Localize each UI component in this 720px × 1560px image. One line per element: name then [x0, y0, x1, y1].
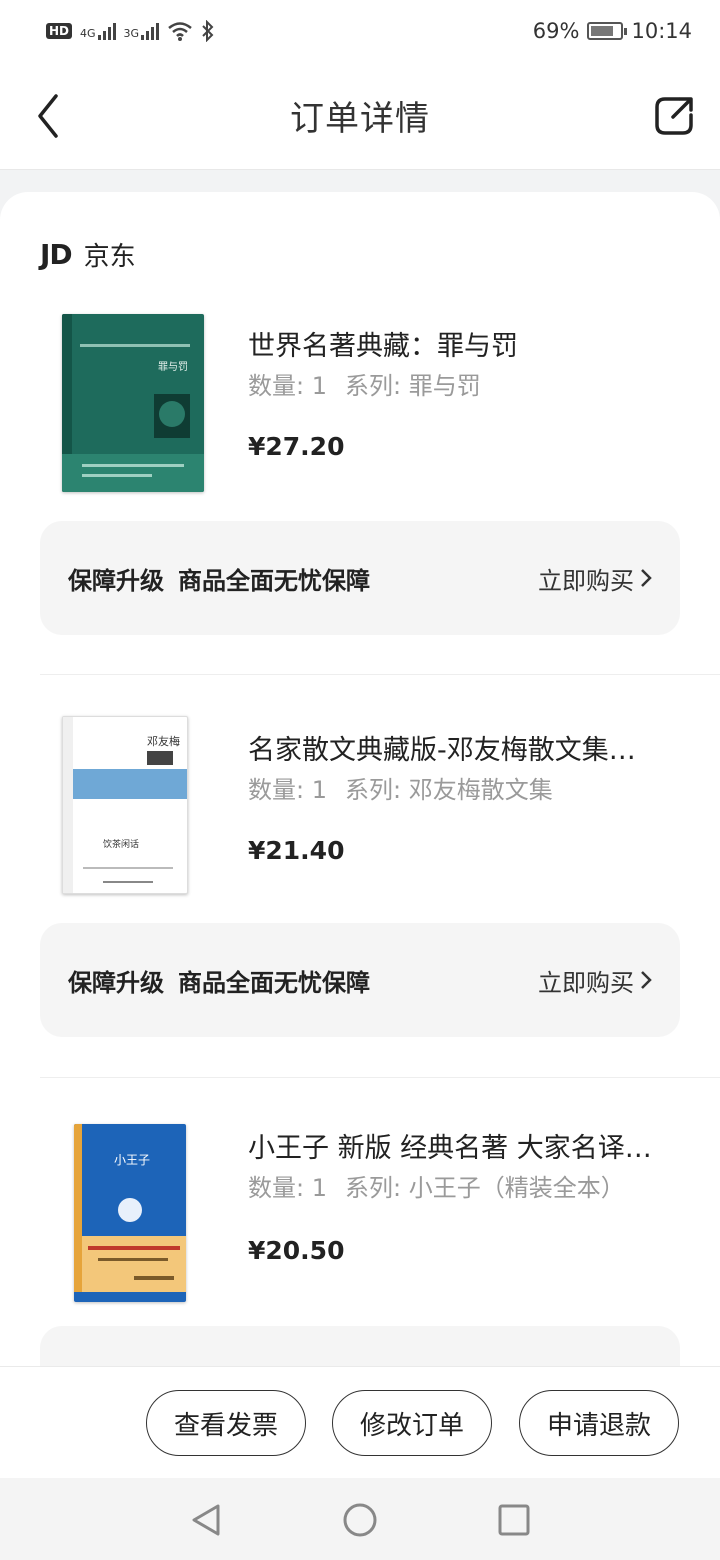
status-right: 69% 10:14 — [533, 19, 692, 43]
item-price: ¥20.50 — [248, 1236, 345, 1265]
chevron-right-icon — [641, 569, 652, 587]
clock: 10:14 — [631, 19, 692, 43]
item-series: 系列: 邓友梅散文集 — [344, 776, 553, 804]
nav-back-icon — [192, 1504, 220, 1536]
buy-now-link[interactable]: 立即购买 — [538, 561, 652, 596]
store-header[interactable]: JD 京东 — [40, 236, 136, 273]
modify-order-button[interactable]: 修改订单 — [332, 1390, 492, 1456]
guarantee-banner[interactable]: 保障升级 商品全面无忧保障 立即购买 — [40, 521, 680, 635]
svg-text:饮茶闲话: 饮茶闲话 — [103, 838, 139, 850]
item-quantity: 数量: 1 — [248, 776, 327, 804]
back-chevron-icon — [38, 94, 58, 138]
request-refund-button[interactable]: 申请退款 — [519, 1390, 679, 1456]
back-button[interactable] — [26, 90, 70, 142]
system-nav-bar — [0, 1478, 720, 1560]
view-invoice-button[interactable]: 查看发票 — [146, 1390, 306, 1456]
divider — [40, 674, 720, 675]
guarantee-label: 保障升级 — [68, 968, 164, 997]
order-item[interactable]: 罪与罚 世界名著典藏：罪与罚 数量: 1 系列: 罪与罚 ¥27.20 — [0, 314, 720, 514]
svg-text:罪与罚: 罪与罚 — [158, 361, 188, 373]
store-name: 京东 — [83, 242, 136, 272]
guarantee-label: 保障升级 — [68, 566, 164, 595]
svg-text:邓友梅: 邓友梅 — [147, 734, 180, 748]
item-price: ¥21.40 — [248, 836, 345, 865]
buy-now-label: 立即购买 — [538, 566, 634, 595]
chevron-right-icon — [641, 971, 652, 989]
book-cover-image: 邓友梅 饮茶闲话 — [62, 716, 188, 894]
nav-back-button[interactable] — [186, 1500, 226, 1540]
item-title: 名家散文典藏版-邓友梅散文集… — [248, 735, 636, 766]
signal-icon: 4G — [80, 22, 116, 40]
hd-badge: HD — [46, 23, 73, 39]
item-price: ¥27.20 — [248, 432, 345, 461]
guarantee-banner-partial — [40, 1326, 680, 1366]
item-meta: 数量: 1 系列: 邓友梅散文集 — [248, 770, 553, 805]
item-series: 系列: 罪与罚 — [344, 372, 481, 400]
order-item[interactable]: 邓友梅 饮茶闲话 名家散文典藏版-邓友梅散文集… 数量: 1 系列: 邓友梅散文集… — [0, 716, 720, 916]
share-button[interactable] — [650, 92, 698, 140]
item-title: 世界名著典藏：罪与罚 — [248, 331, 518, 362]
nav-home-icon — [343, 1503, 377, 1537]
divider — [40, 1077, 720, 1078]
buy-now-label: 立即购买 — [538, 968, 634, 997]
status-left: HD 4G 3G — [46, 20, 215, 42]
book-cover-image: 小王子 — [74, 1124, 186, 1302]
book-cover-image: 罪与罚 — [62, 314, 204, 492]
page-title: 订单详情 — [290, 99, 430, 139]
item-title: 小王子 新版 经典名著 大家名译… — [248, 1133, 652, 1164]
nav-recents-icon — [498, 1504, 530, 1536]
nav-home-button[interactable] — [340, 1500, 380, 1540]
item-series: 系列: 小王子（精装全本） — [344, 1174, 625, 1202]
item-quantity: 数量: 1 — [248, 1174, 327, 1202]
order-item[interactable]: 小王子 小王子 新版 经典名著 大家名译… 数量: 1 系列: 小王子（精装全本）… — [0, 1124, 720, 1324]
item-quantity: 数量: 1 — [248, 372, 327, 400]
item-meta: 数量: 1 系列: 小王子（精装全本） — [248, 1168, 625, 1203]
buy-now-link[interactable]: 立即购买 — [538, 963, 652, 998]
status-bar: HD 4G 3G 69% 10:14 — [0, 0, 720, 62]
nav-recents-button[interactable] — [494, 1500, 534, 1540]
battery-icon — [587, 22, 628, 40]
item-meta: 数量: 1 系列: 罪与罚 — [248, 366, 481, 401]
guarantee-banner[interactable]: 保障升级 商品全面无忧保障 立即购买 — [40, 923, 680, 1037]
network-type-label: 4G — [80, 27, 96, 40]
svg-text:小王子: 小王子 — [114, 1153, 150, 1167]
guarantee-desc: 商品全面无忧保障 — [178, 566, 370, 595]
signal-icon-2: 3G — [124, 22, 160, 40]
jd-logo: JD — [40, 238, 73, 271]
network-type-label-2: 3G — [123, 27, 140, 40]
header: 订单详情 — [0, 62, 720, 170]
bottom-action-bar: 查看发票 修改订单 申请退款 — [0, 1366, 720, 1478]
guarantee-desc: 商品全面无忧保障 — [178, 968, 370, 997]
wifi-icon — [168, 22, 192, 41]
battery-percent: 69% — [532, 19, 580, 43]
share-icon — [655, 97, 693, 135]
bluetooth-icon — [202, 20, 214, 42]
